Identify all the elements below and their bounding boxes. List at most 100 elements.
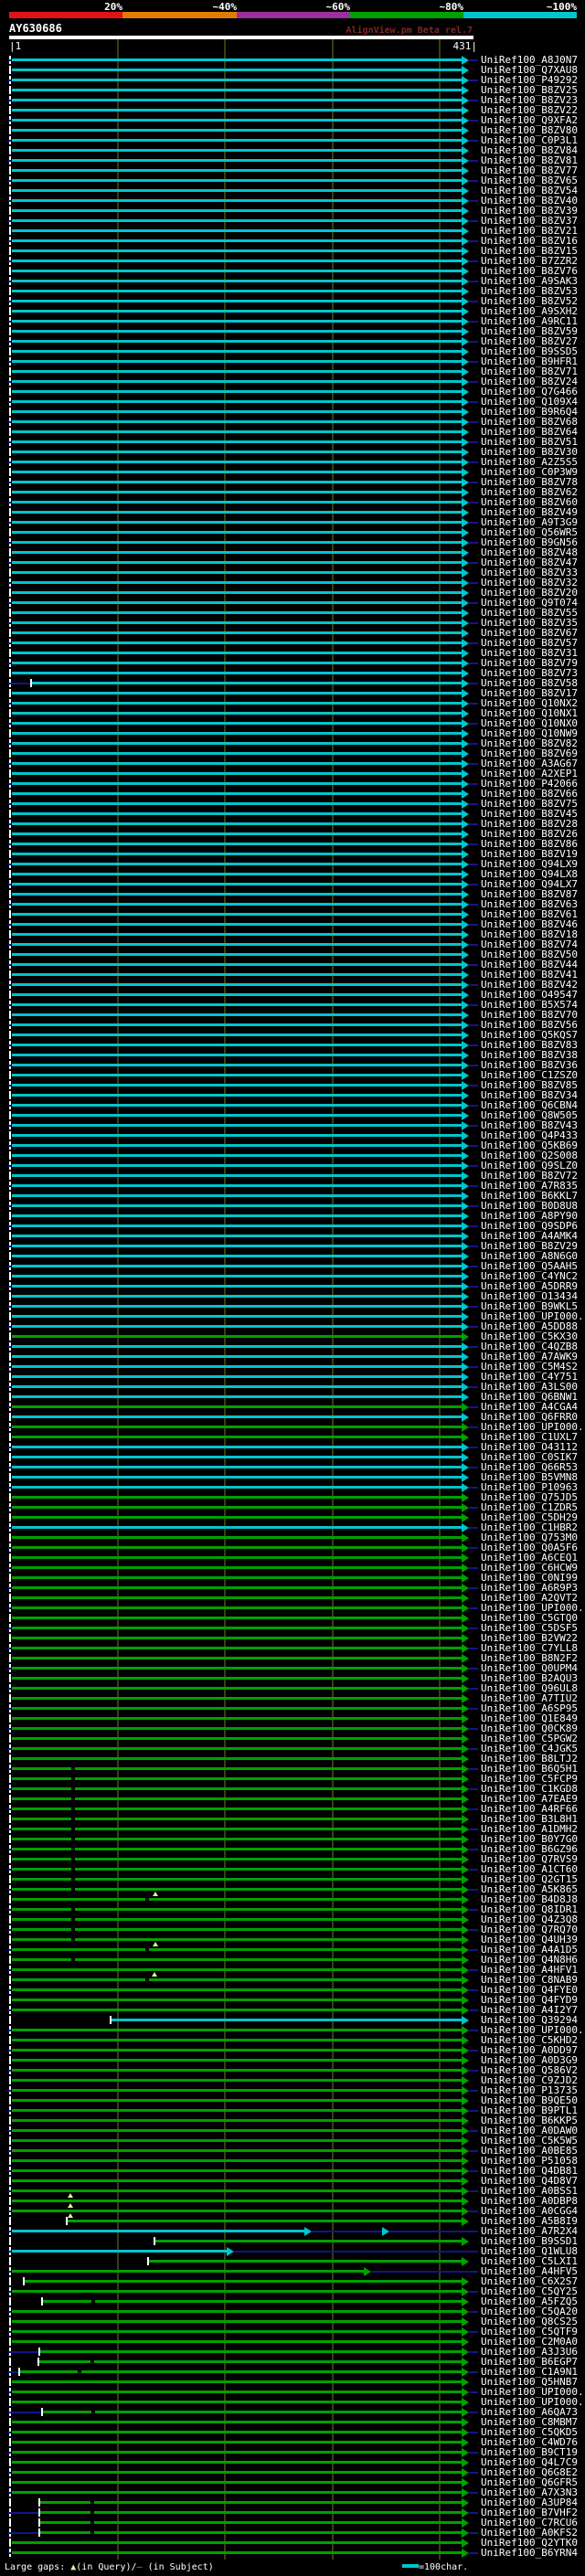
hit-bar[interactable] bbox=[40, 2521, 462, 2524]
hit-bar[interactable] bbox=[12, 913, 462, 916]
hit-bar[interactable] bbox=[12, 1456, 462, 1458]
hit-bar[interactable] bbox=[12, 1214, 462, 1217]
hit-bar[interactable] bbox=[12, 2029, 462, 2031]
hit-bar[interactable] bbox=[12, 521, 462, 524]
hit-bar[interactable] bbox=[12, 2441, 462, 2443]
hit-bar[interactable] bbox=[12, 330, 462, 333]
hit-bar[interactable] bbox=[12, 340, 462, 343]
hit-bar[interactable] bbox=[12, 1737, 462, 1740]
hit-bar[interactable] bbox=[12, 1496, 462, 1499]
hit-bar[interactable] bbox=[12, 1747, 462, 1750]
hit-bar[interactable] bbox=[112, 2019, 462, 2021]
hit-bar[interactable] bbox=[12, 360, 462, 363]
hit-bar[interactable] bbox=[12, 1104, 462, 1107]
hit-bar[interactable] bbox=[12, 119, 462, 122]
hit-bar[interactable] bbox=[12, 2250, 227, 2253]
hit-bar[interactable] bbox=[12, 2270, 364, 2273]
hit-bar[interactable] bbox=[12, 2320, 462, 2323]
hit-bar[interactable] bbox=[12, 1596, 462, 1599]
hit-bar[interactable] bbox=[12, 1807, 462, 1810]
hit-bar[interactable] bbox=[39, 2360, 462, 2363]
hit-bar[interactable] bbox=[12, 2380, 462, 2383]
hit-bar[interactable] bbox=[12, 350, 462, 353]
hit-bar[interactable] bbox=[12, 1275, 462, 1277]
hit-bar[interactable] bbox=[155, 2240, 462, 2242]
hit-bar[interactable] bbox=[12, 1426, 462, 1428]
hit-bar[interactable] bbox=[12, 611, 462, 614]
hit-bar[interactable] bbox=[12, 451, 462, 453]
hit-bar[interactable] bbox=[12, 1295, 462, 1298]
hit-bar[interactable] bbox=[12, 2481, 462, 2484]
hit-bar[interactable] bbox=[12, 1968, 462, 1971]
hit-bar[interactable] bbox=[12, 1144, 462, 1147]
hit-bar[interactable] bbox=[12, 229, 462, 232]
hit-bar[interactable] bbox=[12, 511, 462, 514]
hit-bar[interactable] bbox=[12, 772, 462, 775]
hit-bar[interactable] bbox=[12, 1757, 462, 1760]
hit-bar[interactable] bbox=[12, 742, 462, 745]
hit-bar[interactable] bbox=[12, 199, 462, 202]
hit-bar[interactable] bbox=[12, 591, 462, 594]
hit-bar[interactable] bbox=[12, 1023, 462, 1026]
hit-bar[interactable] bbox=[12, 732, 462, 735]
hit-bar[interactable] bbox=[12, 1285, 462, 1288]
hit-bar[interactable] bbox=[12, 973, 462, 976]
hit-bar[interactable] bbox=[12, 792, 462, 795]
hit-bar[interactable] bbox=[12, 802, 462, 805]
hit-bar[interactable] bbox=[12, 1395, 462, 1398]
hit-bar[interactable] bbox=[12, 410, 462, 413]
hit-bar[interactable] bbox=[12, 2290, 462, 2293]
hit-bar[interactable] bbox=[12, 1013, 462, 1016]
hit-bar[interactable] bbox=[12, 1888, 462, 1891]
hit-bar[interactable] bbox=[12, 2551, 462, 2554]
hit-bar[interactable] bbox=[12, 1154, 462, 1157]
hit-bar[interactable] bbox=[12, 169, 462, 172]
hit-bar[interactable] bbox=[12, 149, 462, 152]
hit-bar[interactable] bbox=[12, 933, 462, 936]
hit-bar[interactable] bbox=[12, 1918, 462, 1921]
hit-bar[interactable] bbox=[12, 1898, 462, 1901]
hit-bar[interactable] bbox=[12, 1184, 462, 1187]
hit-bar[interactable] bbox=[12, 1003, 462, 1006]
hit-bar[interactable] bbox=[12, 280, 462, 282]
hit-bar[interactable] bbox=[12, 712, 462, 715]
hit-bar[interactable] bbox=[12, 1586, 462, 1589]
hit-bar[interactable] bbox=[12, 1365, 462, 1368]
hit-bar[interactable] bbox=[12, 873, 462, 875]
hit-bar[interactable] bbox=[12, 79, 462, 81]
hit-bar[interactable] bbox=[12, 2461, 462, 2464]
hit-bar[interactable] bbox=[12, 1526, 462, 1529]
hit-bar[interactable] bbox=[12, 2451, 462, 2454]
hit-bar[interactable] bbox=[12, 2089, 462, 2092]
hit-bar[interactable] bbox=[40, 2350, 462, 2353]
hit-bar[interactable] bbox=[12, 99, 462, 101]
hit-bar[interactable] bbox=[12, 893, 462, 896]
hit-bar[interactable] bbox=[12, 1797, 462, 1800]
hit-bar[interactable] bbox=[12, 471, 462, 473]
hit-bar[interactable] bbox=[12, 461, 462, 463]
hit-bar[interactable] bbox=[12, 2049, 462, 2051]
hit-bar[interactable] bbox=[12, 219, 462, 222]
hit-bar[interactable] bbox=[12, 993, 462, 996]
hit-bar[interactable] bbox=[12, 662, 462, 664]
hit-bar[interactable] bbox=[12, 1988, 462, 1991]
hit-bar[interactable] bbox=[12, 541, 462, 544]
hit-bar[interactable] bbox=[12, 963, 462, 966]
hit-bar[interactable] bbox=[12, 300, 462, 302]
hit-bar[interactable] bbox=[12, 2330, 462, 2333]
hit-bar[interactable] bbox=[12, 923, 462, 926]
hit-bar[interactable] bbox=[12, 109, 462, 111]
hit-bar[interactable] bbox=[12, 2149, 462, 2152]
hit-bar[interactable] bbox=[12, 159, 462, 162]
hit-bar[interactable] bbox=[12, 943, 462, 946]
hit-bar[interactable] bbox=[12, 2401, 462, 2403]
hit-bar[interactable] bbox=[12, 1335, 462, 1338]
hit-bar[interactable] bbox=[12, 1174, 462, 1177]
hit-bar[interactable] bbox=[149, 2260, 462, 2263]
hit-bar[interactable] bbox=[12, 440, 462, 443]
hit-bar[interactable] bbox=[12, 1627, 462, 1629]
hit-bar[interactable] bbox=[12, 983, 462, 986]
hit-bar[interactable] bbox=[12, 2210, 462, 2212]
hit-bar[interactable] bbox=[12, 863, 462, 865]
hit-bar[interactable] bbox=[12, 2009, 462, 2011]
